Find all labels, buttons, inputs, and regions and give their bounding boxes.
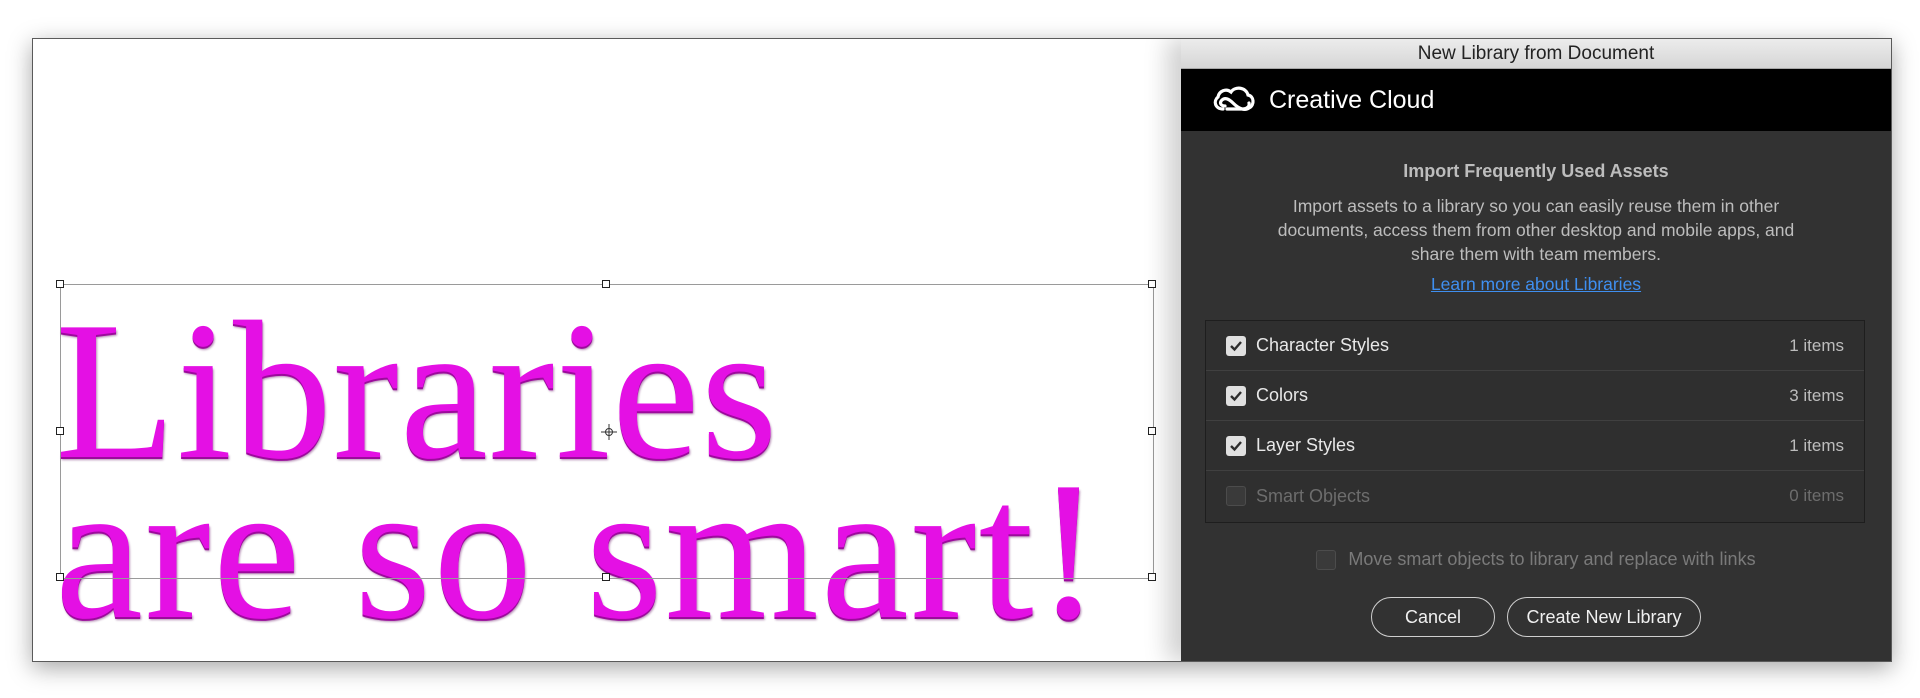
asset-count: 0 items [1789,486,1844,505]
checkmark-icon [1230,390,1242,401]
create-new-library-button[interactable]: Create New Library [1507,597,1701,637]
dialog-heading: Import Frequently Used Assets [1403,161,1669,181]
dialog-buttons: Cancel Create New Library [1181,597,1891,637]
transform-handle-middle-left[interactable] [56,427,64,435]
new-library-dialog: New Library from Document Creative Cloud… [1181,39,1891,661]
asset-count: 1 items [1789,335,1844,355]
transform-handle-top-left[interactable] [56,280,64,288]
checkmark-icon [1230,340,1242,351]
asset-label: Smart Objects [1256,485,1371,506]
asset-label: Character Styles [1256,335,1390,355]
move-smart-objects-option: Move smart objects to library and replac… [1181,549,1891,570]
dialog-title: New Library from Document [1181,39,1891,69]
smart-objects-checkbox [1226,486,1246,506]
asset-label: Colors [1256,385,1309,405]
asset-count: 1 items [1789,435,1844,455]
asset-row-layer-styles[interactable]: Layer Styles 1 items [1206,421,1864,471]
transform-handle-top-right[interactable] [1148,280,1156,288]
asset-row-character-styles[interactable]: Character Styles 1 items [1206,321,1864,371]
transform-handle-bottom-center[interactable] [602,573,610,581]
checkmark-icon [1230,440,1242,451]
creative-cloud-brand: Creative Cloud [1269,85,1435,114]
transform-handle-top-center[interactable] [602,280,610,288]
creative-cloud-logo-icon [1213,86,1255,111]
cancel-button[interactable]: Cancel [1371,597,1495,637]
transform-handle-middle-right[interactable] [1148,427,1156,435]
asset-list: Character Styles 1 items Colors 3 items … [1205,320,1865,523]
asset-row-smart-objects: Smart Objects 0 items [1206,471,1864,521]
dialog-description: Import assets to a library so you can ea… [1277,196,1795,264]
transform-handle-bottom-left[interactable] [56,573,64,581]
app-window: Libraries are so smart! New Library from… [32,38,1892,662]
colors-checkbox[interactable] [1226,385,1246,406]
creative-cloud-header: Creative Cloud [1181,69,1891,131]
move-smart-objects-label: Move smart objects to library and replac… [1348,549,1756,569]
layer-styles-checkbox[interactable] [1226,435,1246,456]
asset-label: Layer Styles [1256,435,1356,455]
learn-more-link[interactable]: Learn more about Libraries [1181,274,1891,295]
character-styles-checkbox[interactable] [1226,335,1246,356]
asset-count: 3 items [1789,385,1844,405]
asset-row-colors[interactable]: Colors 3 items [1206,371,1864,421]
move-smart-objects-checkbox [1316,549,1337,570]
reference-point-icon[interactable] [601,424,617,440]
transform-handle-bottom-right[interactable] [1148,573,1156,581]
document-canvas[interactable]: Libraries are so smart! [33,39,1181,661]
